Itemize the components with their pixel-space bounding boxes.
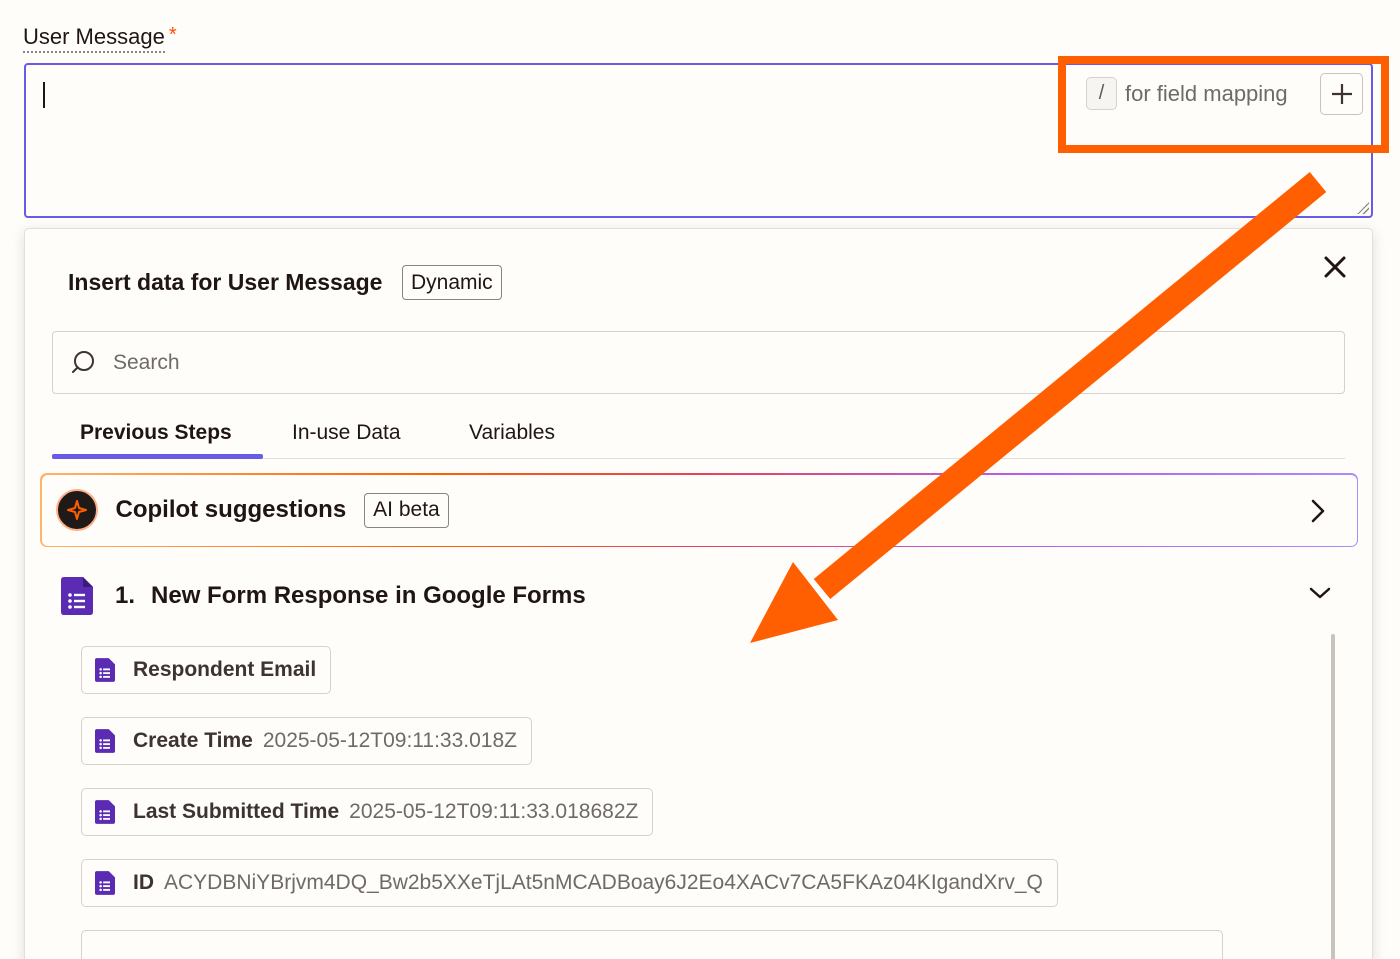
- insert-data-panel: Insert data for User Message Dynamic Sea…: [24, 228, 1373, 959]
- search-input[interactable]: Search: [113, 351, 180, 375]
- field-item-id[interactable]: ID ACYDBNiYBrjvm4DQ_Bw2b5XXeTjLAt5nMCADB…: [81, 859, 1058, 907]
- tab-previous-steps[interactable]: Previous Steps: [80, 421, 232, 445]
- field-item-name: Create Time: [133, 729, 253, 752]
- field-label: User Message *: [23, 24, 177, 53]
- google-forms-icon: [95, 729, 115, 753]
- tab-bar: Previous Steps In-use Data Variables: [52, 417, 1345, 459]
- field-item-value: ACYDBNiYBrjvm4DQ_Bw2b5XXeTjLAt5nMCADBoay…: [164, 871, 1043, 894]
- active-tab-indicator: [52, 454, 263, 459]
- search-icon: [72, 350, 94, 373]
- google-forms-icon: [95, 800, 115, 824]
- search-box[interactable]: Search: [52, 331, 1345, 394]
- google-forms-icon: [95, 871, 115, 895]
- scrollbar[interactable]: [1331, 634, 1335, 959]
- tab-in-use-data[interactable]: In-use Data: [292, 421, 401, 445]
- field-item-value: 2025-05-12T09:11:33.018Z: [262, 729, 517, 752]
- annotation-highlight-box: [1058, 56, 1389, 153]
- field-item-respondent-email[interactable]: Respondent Email: [81, 646, 332, 694]
- google-forms-icon: [95, 658, 115, 682]
- field-item-value: 2025-05-12T09:11:33.018682Z: [349, 800, 639, 823]
- field-item-name: Last Submitted Time: [133, 800, 340, 823]
- field-item-create-time[interactable]: Create Time 2025-05-12T09:11:33.018Z: [81, 717, 532, 765]
- field-item-name: ID: [133, 871, 154, 894]
- copilot-title: Copilot suggestions: [115, 496, 347, 523]
- ai-beta-badge: AI beta: [364, 492, 449, 528]
- google-forms-icon: [61, 577, 93, 615]
- chevron-down-icon[interactable]: [1308, 584, 1332, 602]
- step-title: New Form Response in Google Forms: [151, 582, 586, 609]
- close-icon[interactable]: [1321, 253, 1349, 281]
- field-item-last-submitted-time[interactable]: Last Submitted Time 2025-05-12T09:11:33.…: [81, 788, 654, 836]
- chevron-right-icon: [1311, 499, 1324, 522]
- step-number: 1.: [115, 582, 136, 609]
- copilot-icon: [55, 489, 98, 531]
- text-caret: [43, 82, 45, 108]
- resize-handle[interactable]: [1357, 202, 1369, 214]
- dynamic-badge: Dynamic: [402, 265, 502, 300]
- field-item-name: Respondent Email: [133, 658, 317, 681]
- tab-variables[interactable]: Variables: [469, 421, 555, 445]
- required-marker: *: [168, 24, 177, 46]
- field-item-partial[interactable]: [81, 930, 1223, 959]
- copilot-suggestions-row[interactable]: Copilot suggestions AI beta: [40, 473, 1358, 547]
- step-header[interactable]: 1. New Form Response in Google Forms: [61, 577, 586, 615]
- field-label-text: User Message: [23, 24, 165, 53]
- panel-title: Insert data for User Message: [68, 269, 383, 295]
